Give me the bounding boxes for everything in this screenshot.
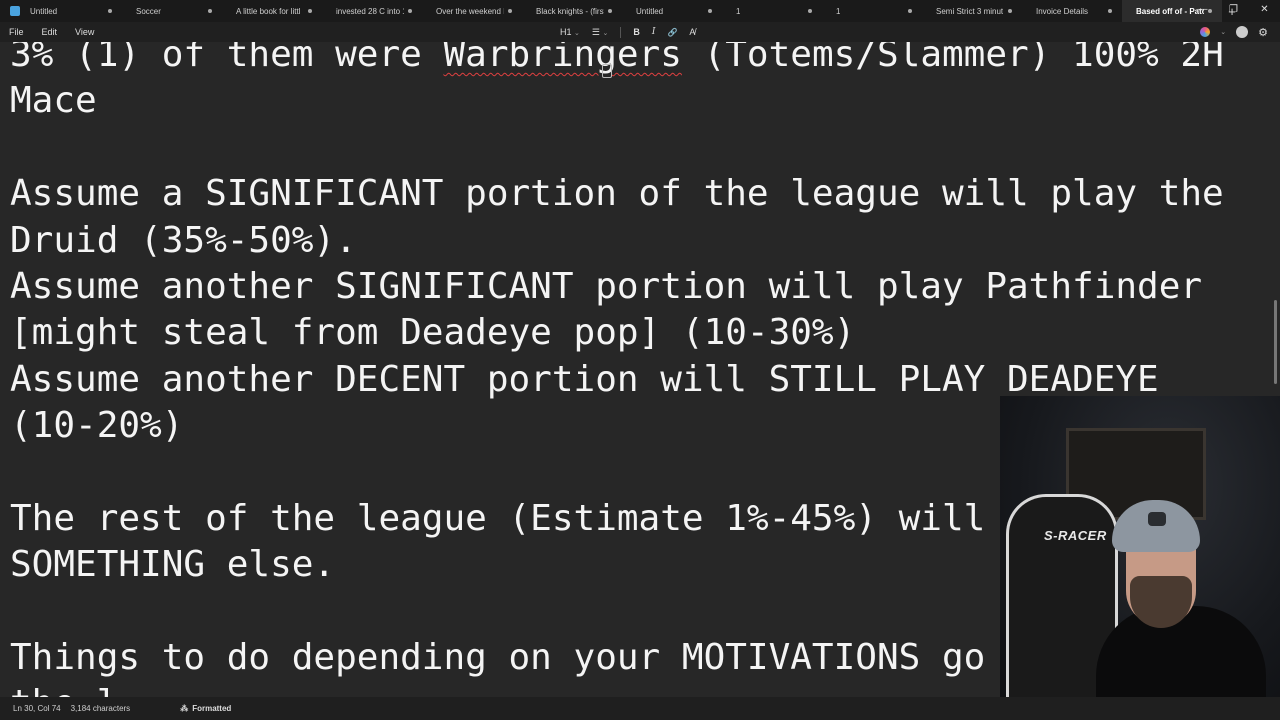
text-segment: [might steal from Deadeye pop] (10-30%) [10,312,856,354]
unsaved-dot-icon[interactable] [108,9,112,13]
chevron-down-icon: ⌄ [574,30,580,37]
text-segment: (10-20%) [10,405,184,447]
tab-label: Untitled [30,6,58,16]
tab-5[interactable]: Black knights - (first [522,0,622,22]
unsaved-dot-icon[interactable] [308,9,312,13]
unsaved-dot-icon[interactable] [208,9,212,13]
toolbar-divider [620,26,622,38]
tab-strip: Untitled Soccer A little book for littl inv… [0,0,1280,22]
copilot-icon[interactable] [1200,27,1211,37]
tab-label: Over the weekend I [436,6,504,16]
document-line[interactable]: Assume another SIGNIFICANT portion will … [10,264,1250,310]
unsaved-dot-icon[interactable] [408,9,412,13]
tab-1[interactable]: Soccer [122,0,222,22]
text-segment: Mace [10,80,97,122]
text-segment: Druid (35%-50%). [10,219,357,261]
misspelled-word: Warbringers [443,42,682,75]
tab-6[interactable]: Untitled [622,0,722,22]
document-line[interactable]: Assume a SIGNIFICANT portion of the leag… [10,171,1250,217]
minimize-button[interactable]: — [1187,0,1218,18]
gear-icon[interactable]: ⚙ [1258,26,1268,39]
window-controls: — ❐ ✕ [1187,0,1280,22]
menu-bar: File Edit View H1 ⌄ ☰ ⌄ B I 🔗 A̸ ⌄ ⚙ [0,22,1280,42]
tab-2[interactable]: A little book for littl [222,0,322,22]
text-segment: 3% (1) of them were [10,42,444,75]
unsaved-dot-icon[interactable] [808,9,812,13]
document-line[interactable]: [might steal from Deadeye pop] (10-30%) [10,310,1250,356]
cursor-position[interactable]: Ln 30, Col 74 [13,704,61,713]
character-count: 3,184 characters [70,704,131,713]
unsaved-dot-icon[interactable] [908,9,912,13]
format-mode-toggle[interactable]: ⁂ Formatted [180,704,231,713]
text-segment: Assume another SIGNIFICANT portion will … [10,265,1203,307]
text-segment: Things to do depending on your MOTIVATIO… [10,637,986,679]
menu-edit[interactable]: Edit [42,27,58,37]
unsaved-dot-icon[interactable] [608,9,612,13]
chevron-down-icon[interactable]: ⌄ [1220,28,1226,36]
text-segment: Assume a SIGNIFICANT portion of the leag… [10,173,1224,215]
unsaved-dot-icon[interactable] [1008,9,1012,13]
right-toolbar: ⌄ ⚙ [1200,22,1268,42]
tab-label: 1 [836,6,841,16]
tab-3[interactable]: invested 28 C into 1 [322,0,422,22]
mouse-cursor-icon [602,64,612,78]
text-segment: The rest of the league (Estimate 1%-45%)… [10,497,986,539]
tab-label: Soccer [136,6,161,16]
unsaved-dot-icon[interactable] [508,9,512,13]
beanie-logo-icon [1148,512,1166,526]
document-line[interactable] [10,125,1250,171]
tab-label: Black knights - (first [536,6,604,16]
tab-label: 1 [736,6,741,16]
list-icon: ☰ [591,26,600,37]
document-line[interactable]: 3% (1) of them were Warbringers (Totems/… [10,42,1250,78]
text-segment: (Totems/Slammer) 100% 2H [681,42,1224,75]
close-button[interactable]: ✕ [1249,0,1280,18]
chevron-down-icon: ⌄ [602,29,609,37]
list-dropdown[interactable]: ☰ ⌄ [592,27,608,38]
chair-logo-text: S-RACER [1044,528,1107,543]
text-segment: Assume another DECENT portion will STILL… [10,358,1159,400]
bold-button[interactable]: B [633,27,640,37]
tab-label: invested 28 C into 1 [336,6,404,16]
markdown-icon: ⁂ [180,704,189,713]
format-mode-label: Formatted [192,704,232,713]
heading-dropdown[interactable]: H1 ⌄ [560,27,580,37]
tab-label: A little book for littl [236,6,301,16]
heading-level: H1 [560,27,572,37]
unsaved-dot-icon[interactable] [708,9,712,13]
tab-label: Invoice Details [1036,6,1089,16]
tab-8[interactable]: 1 [822,0,922,22]
unsaved-dot-icon[interactable] [1108,9,1112,13]
text-segment: the l [10,683,118,697]
tab-4[interactable]: Over the weekend I [422,0,522,22]
notepad-app-icon [10,6,20,16]
tab-0[interactable]: Untitled [26,0,122,22]
document-line[interactable]: Mace [10,78,1250,124]
link-button[interactable]: 🔗 [667,28,677,37]
clear-formatting-button[interactable]: A̸ [689,27,695,37]
maximize-button[interactable]: ❐ [1218,0,1249,18]
formatting-toolbar: H1 ⌄ ☰ ⌄ B I 🔗 A̸ [560,22,695,42]
text-segment: SOMETHING else. [10,544,336,586]
status-bar: Ln 30, Col 74 3,184 characters ⁂ Formatt… [0,697,1280,720]
account-icon[interactable] [1236,26,1249,38]
vertical-scrollbar[interactable] [1274,300,1277,384]
tab-label: Semi Strict 3 minut [936,6,1004,16]
webcam-overlay: S-RACER [1000,396,1280,697]
tab-10[interactable]: Invoice Details [1022,0,1122,22]
tab-label: Untitled [636,6,664,16]
tab-7[interactable]: 1 [722,0,822,22]
document-line[interactable]: Druid (35%-50%). [10,218,1250,264]
menu-file[interactable]: File [9,27,24,37]
menu-view[interactable]: View [75,27,94,37]
tab-9[interactable]: Semi Strict 3 minut [922,0,1022,22]
italic-button[interactable]: I [652,27,656,37]
